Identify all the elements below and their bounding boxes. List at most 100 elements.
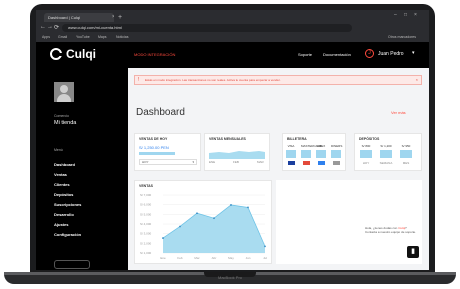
docs-link[interactable]: Documentación	[323, 52, 351, 57]
integration-mode-badge: MODO INTEGRACIÓN	[134, 52, 176, 57]
minimize-icon[interactable]: –	[394, 12, 397, 18]
support-link[interactable]: Soporte	[298, 52, 312, 57]
data-point[interactable]	[247, 206, 249, 209]
back-icon[interactable]: ←	[40, 24, 46, 30]
x-tick-label: Ene	[160, 256, 166, 260]
top-navbar: Culqi MODO INTEGRACIÓN Soporte Documenta…	[36, 42, 429, 68]
deposit-value: S/ 950	[401, 144, 411, 148]
sidebar-item-depositos[interactable]: Depósitos	[54, 192, 73, 197]
forward-icon[interactable]: →	[47, 24, 53, 30]
reload-icon[interactable]: ⟳	[54, 24, 59, 31]
x-tick-label: Mar	[194, 256, 199, 260]
maximize-icon[interactable]: □	[404, 12, 407, 18]
card-title: VENTAS DE HOY	[139, 137, 168, 141]
wallet-bar	[331, 150, 341, 158]
sidebar-item-ajustes[interactable]: Ajustes	[54, 222, 68, 227]
axis-label: FEB	[233, 160, 239, 164]
card-monthly-sales[interactable]: VENTAS MENSUALES ENE FEB MAR	[204, 133, 270, 171]
axis-label: ENE	[209, 160, 216, 164]
sidebar-item-configuracion[interactable]: Configuración	[54, 232, 81, 237]
deposit-bar	[400, 150, 412, 158]
help-message: Hola, ¿tienes dudas con Culqi? Contacta …	[365, 226, 417, 234]
sales-area-chart: S/ 7,000 S/ 6,000 S/ 5,000 S/ 4,000 S/ 3,000…	[140, 193, 267, 260]
user-avatar-icon[interactable]: J	[365, 49, 374, 58]
brand-name[interactable]: Culqi	[66, 47, 96, 61]
bookmark-youtube[interactable]: YouTube	[76, 35, 90, 39]
y-tick-label: S/ 7,000	[140, 193, 152, 197]
x-tick-label: Jul	[263, 256, 267, 260]
data-point[interactable]	[196, 212, 198, 215]
close-window-icon[interactable]: ×	[414, 12, 417, 18]
sidebar-item-desarrollo[interactable]: Desarrollo	[54, 212, 74, 217]
chevron-down-icon: ▾	[192, 160, 194, 164]
bookmarks-bar: Apps Gmail YouTube Maps Noticias Otros m…	[36, 34, 429, 42]
period-select[interactable]: HOY ▾	[139, 159, 197, 165]
browser-chrome: Dashboard | Culqi × + – □ × ← → ⟳ www.cu…	[36, 10, 429, 42]
card-wallet[interactable]: BILLETERA VISA MASTERCARD AMEX DINERS	[282, 133, 346, 171]
see-more-link[interactable]: Ver más	[391, 110, 406, 115]
tab-title: Dashboard | Culqi	[48, 15, 80, 20]
browser-tab[interactable]: Dashboard | Culqi ×	[44, 13, 114, 22]
new-tab-button[interactable]: +	[118, 13, 122, 22]
user-name[interactable]: Juan Pedro	[378, 51, 404, 57]
diners-icon	[333, 161, 340, 165]
card-title: DEPÓSITOS	[359, 137, 380, 141]
laptop-base: MacBook Pro	[4, 272, 456, 284]
close-icon[interactable]: ×	[416, 76, 418, 84]
y-tick-label: S/ 5,000	[140, 212, 152, 216]
y-tick-label: S/ 4,000	[140, 222, 152, 226]
integration-alert: ! Estás en modo integración. Las transac…	[134, 75, 422, 85]
data-point[interactable]	[230, 204, 232, 206]
page-title: Dashboard	[136, 107, 185, 118]
amex-icon	[318, 161, 325, 165]
x-tick-label: Feb	[177, 256, 183, 260]
y-tick-label: S/ 1,000	[140, 251, 152, 255]
wallet-bar	[301, 150, 311, 158]
wallet-col-label: MASTERCARD	[301, 144, 323, 148]
address-bar[interactable]: www.culqi.com/mi-cuenta.html	[62, 24, 352, 32]
bookmark-noticias[interactable]: Noticias	[116, 35, 128, 39]
bookmark-other[interactable]: Otros marcadores	[388, 35, 416, 39]
tab-close-icon[interactable]: ×	[112, 13, 114, 22]
sidebar-footer-button[interactable]	[54, 260, 90, 269]
laptop-screen: Dashboard | Culqi × + – □ × ← → ⟳ www.cu…	[36, 10, 429, 270]
wallet-bar	[316, 150, 326, 158]
card-title: VENTAS MENSUALES	[209, 137, 246, 141]
deposit-label: HOY	[362, 161, 370, 165]
data-point[interactable]	[264, 245, 266, 248]
wallet-bar	[286, 150, 296, 158]
data-point[interactable]	[162, 237, 164, 239]
chevron-down-icon[interactable]: ▾	[412, 50, 415, 56]
deposit-label: MES	[402, 161, 410, 165]
culqi-logo-icon	[50, 48, 63, 60]
wallet-col-label: VISA	[287, 144, 295, 148]
sidebar: Comercio Mi tienda Menú Dashboard Ventas…	[36, 68, 128, 270]
data-point[interactable]	[213, 217, 215, 220]
deposit-value: S/ 800	[361, 144, 371, 148]
card-deposits[interactable]: DEPÓSITOS S/ 800 S/ 1,200 S/ 950 HOY SEM…	[354, 133, 422, 171]
bookmark-maps[interactable]: Maps	[98, 35, 107, 39]
business-label: Comercio	[54, 114, 69, 118]
x-tick-label: Abr	[212, 256, 217, 260]
address-row: ← → ⟳ www.culqi.com/mi-cuenta.html	[36, 23, 429, 33]
sidebar-item-ventas[interactable]: Ventas	[54, 172, 67, 177]
chat-icon[interactable]: ▮	[407, 246, 419, 258]
deposit-bar	[380, 150, 392, 158]
x-tick-label: May	[228, 256, 234, 260]
mastercard-icon	[303, 161, 310, 165]
data-point[interactable]	[179, 225, 181, 228]
sidebar-item-dashboard[interactable]: Dashboard	[54, 162, 75, 167]
user-avatar	[54, 82, 74, 102]
deposit-bar	[360, 150, 372, 158]
laptop-model-label: MacBook Pro	[217, 275, 242, 280]
sidebar-item-suscripciones[interactable]: Suscripciones	[54, 202, 81, 207]
monthly-sparkline	[209, 151, 265, 159]
bookmark-gmail[interactable]: Gmail	[58, 35, 67, 39]
chart-title: VENTAS	[139, 184, 153, 188]
sidebar-item-clientes[interactable]: Clientes	[54, 182, 70, 187]
bookmark-apps[interactable]: Apps	[42, 35, 50, 39]
wallet-col-label: AMEX	[316, 144, 326, 148]
sales-progress-bar	[139, 152, 175, 155]
card-sales-today[interactable]: VENTAS DE HOY S/ 1,250.00 PEN HOY ▾	[134, 133, 201, 171]
sales-amount: S/ 1,250.00 PEN	[139, 145, 169, 150]
